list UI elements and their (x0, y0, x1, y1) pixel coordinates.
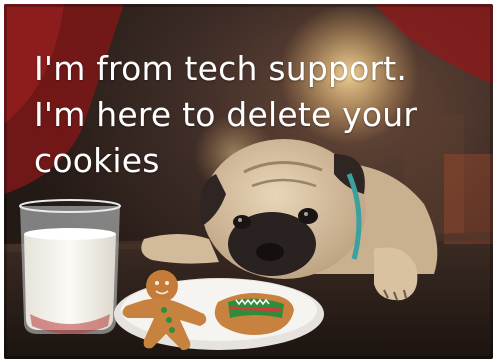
caption-line-2: I'm here to delete your (34, 95, 418, 134)
caption-line-3: cookies (34, 141, 160, 180)
meme-caption: I'm from tech support. I'm here to delet… (34, 46, 489, 184)
caption-line-1: I'm from tech support. (34, 49, 408, 88)
glass-of-milk (19, 199, 121, 334)
meme-image: I'm from tech support. I'm here to delet… (4, 4, 493, 359)
